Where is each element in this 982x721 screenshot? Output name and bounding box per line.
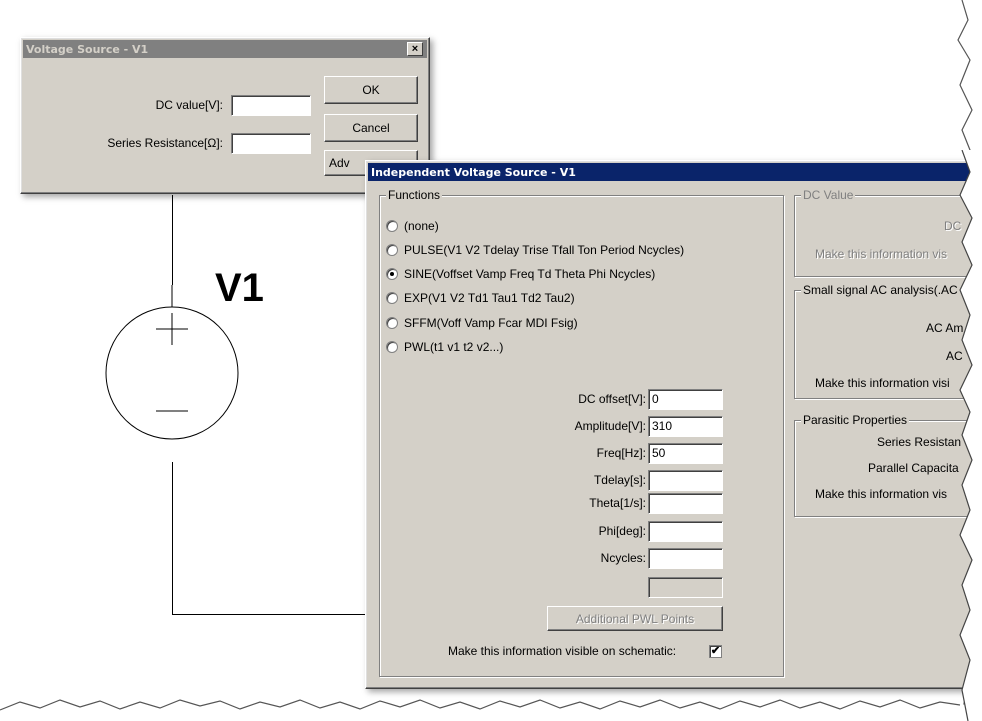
series-resistance-field[interactable] <box>231 133 311 154</box>
torn-edge-overlay <box>959 150 982 721</box>
independent-voltage-source-dialog: Independent Voltage Source - V1 Function… <box>365 160 982 689</box>
parasitic-legend: Parasitic Properties <box>801 413 910 427</box>
radio-pwl[interactable] <box>386 341 398 353</box>
param-field-amplitude[interactable]: 310 <box>648 416 723 437</box>
radio-label-pwl: PWL(t1 v1 t2 v2...) <box>404 340 504 354</box>
additional-pwl-points-button[interactable]: Additional PWL Points <box>547 606 723 631</box>
functions-visible-label: Make this information visible on schemat… <box>448 644 677 658</box>
radio-label-none: (none) <box>404 219 439 233</box>
voltage-source-title: Voltage Source - V1 <box>26 42 149 56</box>
wire-top <box>172 195 173 285</box>
parallel-capacitance-label: Parallel Capacita <box>868 461 959 475</box>
param-field-freq[interactable]: 50 <box>648 443 723 464</box>
param-label-theta: Theta[1/s]: <box>589 496 646 510</box>
dc-value-field[interactable] <box>231 95 311 116</box>
functions-visible-checkbox[interactable]: ✔ <box>709 645 722 658</box>
independent-source-titlebar[interactable]: Independent Voltage Source - V1 <box>368 163 982 181</box>
series-resistance-label: Series Resistance[Ω]: <box>107 136 223 150</box>
torn-edge-bottom <box>0 699 982 721</box>
ac-analysis-legend: Small signal AC analysis(.AC <box>801 283 960 297</box>
wire-bottom <box>172 462 173 614</box>
dc-value-label: DC value[V]: <box>155 98 223 112</box>
parasitic-visible-label: Make this information vis <box>815 487 948 501</box>
param-label-freq: Freq[Hz]: <box>596 446 646 460</box>
radio-sffm[interactable] <box>386 317 398 329</box>
radio-sine[interactable] <box>386 268 398 280</box>
ac-visible-label: Make this information visi <box>815 376 950 390</box>
param-field-tdelay[interactable] <box>648 470 723 491</box>
param-label-dc-offset: DC offset[V]: <box>578 392 646 406</box>
radio-exp[interactable] <box>386 292 398 304</box>
param-field-disabled <box>648 577 723 598</box>
radio-label-pulse: PULSE(V1 V2 Tdelay Trise Tfall Ton Perio… <box>404 243 685 257</box>
param-label-tdelay: Tdelay[s]: <box>593 473 646 487</box>
cancel-button[interactable]: Cancel <box>324 114 418 142</box>
series-resistance-label: Series Resistan <box>877 435 962 449</box>
param-label-phi: Phi[deg]: <box>598 524 646 538</box>
dc-value-visible-label: Make this information vis <box>815 247 948 261</box>
radio-pulse[interactable] <box>386 244 398 256</box>
param-field-ncycles[interactable] <box>648 548 723 569</box>
component-label: V1 <box>215 266 264 310</box>
ok-button[interactable]: OK <box>324 76 418 104</box>
param-field-dc-offset[interactable]: 0 <box>648 389 723 410</box>
radio-label-sine: SINE(Voffset Vamp Freq Td Theta Phi Ncyc… <box>404 267 656 281</box>
param-label-ncycles: Ncycles: <box>600 551 646 565</box>
dc-value-legend: DC Value <box>801 188 856 202</box>
voltage-source-titlebar[interactable]: Voltage Source - V1 <box>23 40 427 58</box>
param-field-phi[interactable] <box>648 521 723 542</box>
param-label-amplitude: Amplitude[V]: <box>574 419 646 433</box>
radio-label-exp: EXP(V1 V2 Td1 Tau1 Td2 Tau2) <box>404 291 575 305</box>
close-icon[interactable]: × <box>407 42 423 56</box>
wire-horizontal <box>172 614 372 615</box>
radio-label-sffm: SFFM(Voff Vamp Fcar MDI Fsig) <box>404 316 578 330</box>
functions-legend: Functions <box>386 188 443 202</box>
independent-source-title: Independent Voltage Source - V1 <box>371 165 576 179</box>
radio-none[interactable] <box>386 220 398 232</box>
param-field-theta[interactable] <box>648 493 723 514</box>
